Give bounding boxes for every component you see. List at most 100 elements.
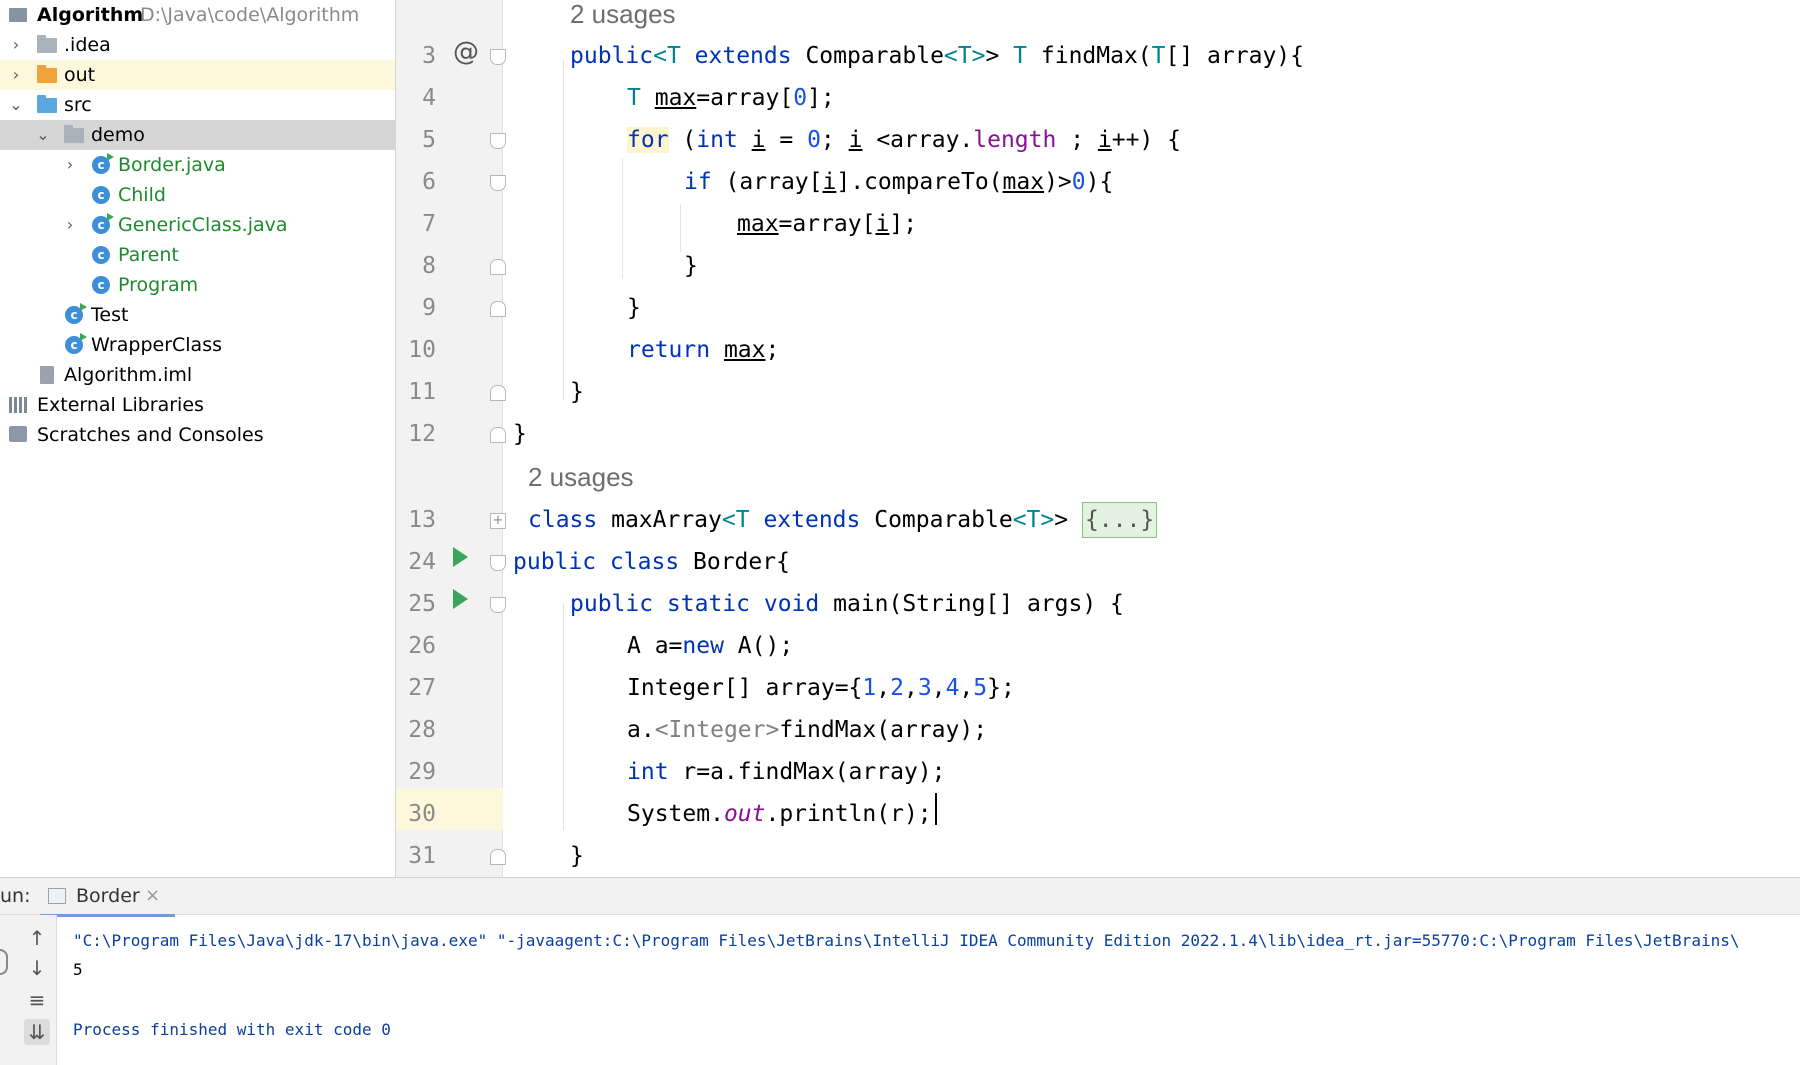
- code-line-27[interactable]: Integer[] array={1,2,3,4,5};: [627, 667, 1015, 709]
- chevron-right-icon[interactable]: ›: [60, 210, 80, 240]
- code-line-25[interactable]: public static void main(String[] args) {: [570, 583, 1124, 625]
- scroll-to-end-icon[interactable]: ⇊: [24, 1019, 50, 1045]
- chevron-right-icon[interactable]: ›: [6, 60, 26, 90]
- expand-fold-icon[interactable]: +: [490, 513, 506, 529]
- tree-item-external-libraries[interactable]: External Libraries: [0, 390, 395, 420]
- code-line-24[interactable]: public class Border{: [513, 541, 790, 583]
- tree-item-parent[interactable]: c Parent: [0, 240, 395, 270]
- project-tree: Algorithm D:\Java\code\Algorithm › .idea…: [0, 0, 396, 877]
- run-class-icon[interactable]: [453, 547, 468, 567]
- line-number: 30: [408, 801, 436, 827]
- code-line-11[interactable]: }: [570, 371, 584, 413]
- close-tab-icon[interactable]: ×: [145, 878, 160, 914]
- project-root-row[interactable]: Algorithm D:\Java\code\Algorithm: [0, 0, 395, 30]
- tree-item-program[interactable]: c Program: [0, 270, 395, 300]
- line-number: 11: [408, 379, 436, 405]
- line-number: 8: [422, 253, 436, 279]
- code-line-5[interactable]: for (int i = 0; i <array.length ; i++) {: [627, 119, 1181, 161]
- code-line-8[interactable]: }: [684, 245, 698, 287]
- fold-marker-icon[interactable]: [490, 259, 506, 275]
- code-line-29[interactable]: int r=a.findMax(array);: [627, 751, 946, 793]
- chevron-right-icon[interactable]: ›: [60, 150, 80, 180]
- code-line-9[interactable]: }: [627, 287, 641, 329]
- tree-item-label: out: [64, 64, 96, 86]
- fold-marker-icon[interactable]: [490, 849, 506, 865]
- code-line-13[interactable]: class maxArray<T extends Comparable<T>> …: [528, 499, 1158, 541]
- run-main-icon[interactable]: [453, 589, 468, 609]
- project-path: D:\Java\code\Algorithm: [140, 4, 360, 26]
- tree-item-idea[interactable]: › .idea: [0, 30, 395, 60]
- line-number: 25: [408, 591, 436, 617]
- code-line-10[interactable]: return max;: [627, 329, 779, 371]
- tree-item-demo[interactable]: ⌄ demo: [0, 120, 395, 150]
- tree-item-border-java[interactable]: › c Border.java: [0, 150, 395, 180]
- fold-marker-icon[interactable]: [490, 301, 506, 317]
- line-number: 24: [408, 549, 436, 575]
- tree-item-label: Border.java: [118, 154, 226, 176]
- line-number: 4: [422, 85, 436, 111]
- code-line-4[interactable]: T max=array[0];: [627, 77, 835, 119]
- code-line-28[interactable]: a.<Integer>findMax(array);: [627, 709, 987, 751]
- run-header: un: Border ×: [0, 878, 1800, 917]
- line-number: 13: [408, 507, 436, 533]
- folded-code-placeholder[interactable]: {...}: [1081, 502, 1158, 538]
- implements-marker-icon[interactable]: @: [453, 37, 479, 67]
- libraries-icon: [9, 397, 29, 413]
- fold-marker-icon[interactable]: [490, 385, 506, 401]
- code-line-30[interactable]: System.out.println(r);: [627, 793, 932, 835]
- fold-marker-icon[interactable]: [490, 427, 506, 443]
- scroll-down-icon[interactable]: ↓: [24, 955, 50, 981]
- code-line-6[interactable]: if (array[i].compareTo(max)>0){: [684, 161, 1113, 203]
- tree-item-wrapperclass[interactable]: c WrapperClass: [0, 330, 395, 360]
- usages-hint[interactable]: 2 usages: [528, 460, 634, 494]
- tree-item-label: Algorithm.iml: [64, 364, 193, 386]
- tree-item-scratches[interactable]: Scratches and Consoles: [0, 420, 395, 450]
- source-folder-icon: [37, 95, 57, 113]
- fold-marker-icon[interactable]: [490, 175, 506, 191]
- run-tab-border[interactable]: Border ×: [40, 878, 175, 917]
- tree-item-genericclass-java[interactable]: › c GenericClass.java: [0, 210, 395, 240]
- fold-marker-icon[interactable]: [490, 597, 506, 613]
- tree-item-label: demo: [91, 124, 145, 146]
- fold-marker-icon[interactable]: [490, 49, 506, 65]
- rerun-icon[interactable]: [0, 949, 8, 975]
- class-icon: c: [92, 186, 110, 204]
- code-line-7[interactable]: max=array[i];: [737, 203, 917, 245]
- code-line-26[interactable]: A a=new A();: [627, 625, 793, 667]
- console-command-line: "C:\Program Files\Java\jdk-17\bin\java.e…: [73, 931, 1740, 950]
- tree-item-label: Parent: [118, 244, 179, 266]
- tree-item-label: Test: [91, 304, 129, 326]
- tree-item-src[interactable]: ⌄ src: [0, 90, 395, 120]
- code-line-3[interactable]: public<T extends Comparable<T>> T findMa…: [570, 35, 1304, 77]
- line-number: 7: [422, 211, 436, 237]
- scroll-up-icon[interactable]: ↑: [24, 925, 50, 951]
- fold-marker-icon[interactable]: [490, 133, 506, 149]
- soft-wrap-icon[interactable]: ≡: [24, 987, 50, 1013]
- run-tool-window: un: Border × ↑ ↓ ≡ ⇊ "C:\Program Files\J…: [0, 877, 1800, 1065]
- run-toolbar: ↑ ↓ ≡ ⇊: [0, 915, 57, 1065]
- project-icon: [9, 8, 27, 22]
- class-file-icon: c: [65, 303, 87, 324]
- run-label: un:: [0, 885, 31, 907]
- chevron-right-icon[interactable]: ›: [6, 30, 26, 60]
- text-caret: [935, 793, 937, 825]
- tree-item-algorithm-iml[interactable]: Algorithm.iml: [0, 360, 395, 390]
- tree-item-child[interactable]: c Child: [0, 180, 395, 210]
- usages-hint[interactable]: 2 usages: [570, 0, 676, 31]
- class-file-icon: c: [65, 333, 87, 354]
- code-line-31[interactable]: }: [570, 835, 584, 877]
- indent-guide: [622, 158, 623, 278]
- tree-item-test[interactable]: c Test: [0, 300, 395, 330]
- tree-item-label: .idea: [64, 34, 111, 56]
- console-tab-icon: [48, 888, 66, 904]
- line-number: 29: [408, 759, 436, 785]
- indent-guide: [563, 604, 564, 830]
- line-number: 9: [422, 295, 436, 321]
- chevron-down-icon[interactable]: ⌄: [33, 120, 53, 150]
- code-line-12[interactable]: }: [513, 413, 527, 455]
- indent-guide: [563, 60, 564, 400]
- tree-item-out[interactable]: › out: [0, 60, 395, 90]
- chevron-down-icon[interactable]: ⌄: [6, 90, 26, 120]
- fold-marker-icon[interactable]: [490, 555, 506, 571]
- class-file-icon: c: [92, 153, 114, 174]
